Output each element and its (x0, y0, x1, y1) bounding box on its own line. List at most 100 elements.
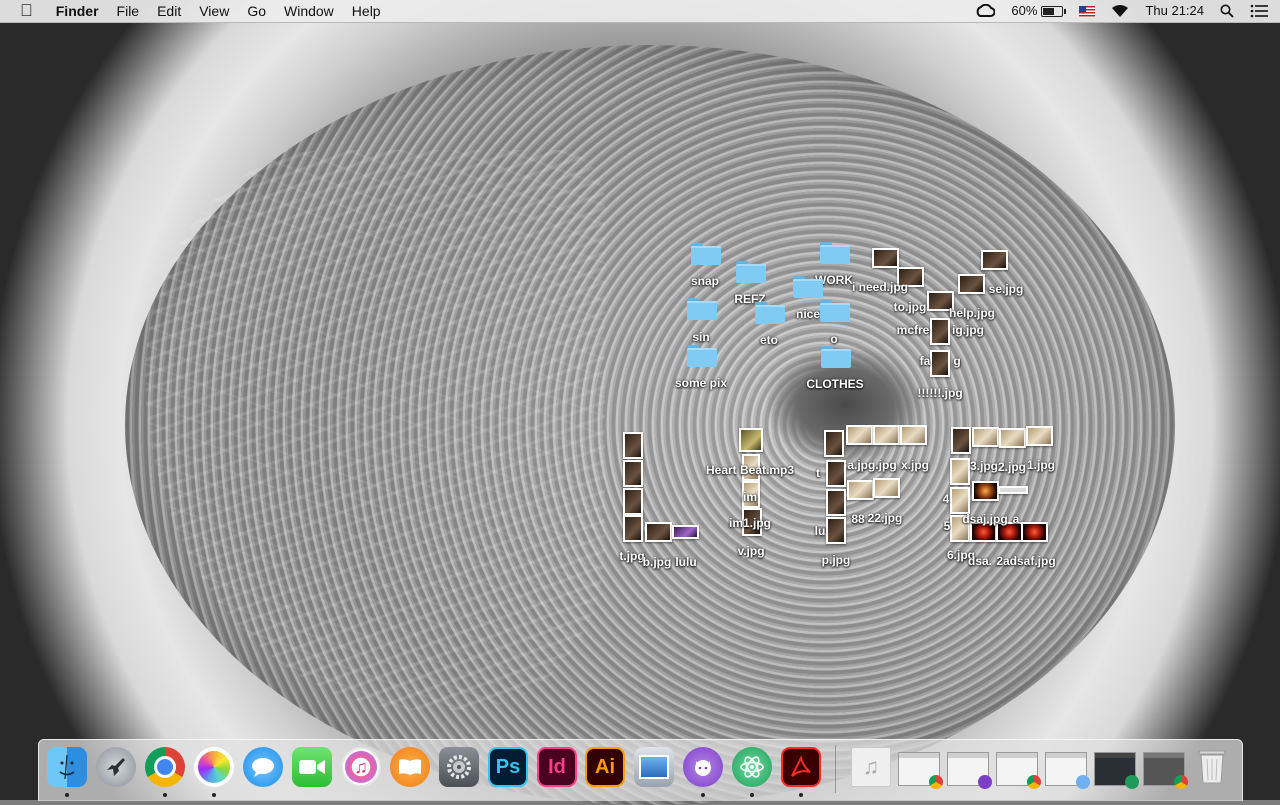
file-label[interactable]: dsaj.jpg (962, 512, 1007, 526)
folder-label-sin[interactable]: sin (692, 330, 709, 344)
file-label[interactable]: 2.jpg (998, 460, 1026, 474)
folder-icon-sin[interactable] (687, 298, 717, 320)
menu-window[interactable]: Window (275, 0, 343, 22)
file-label[interactable]: ig.jpg (952, 323, 984, 337)
file-label[interactable]: 2adsaf.jpg (996, 554, 1055, 568)
file-label[interactable]: 88 (851, 512, 864, 526)
wifi-icon[interactable] (1103, 4, 1137, 18)
file-label[interactable]: lulu (675, 555, 696, 569)
folder-icon-o[interactable] (820, 300, 850, 322)
file-label[interactable]: x.jpg (901, 458, 929, 472)
menu-edit[interactable]: Edit (148, 0, 190, 22)
file-label[interactable]: b.jpg (643, 555, 672, 569)
image-thumbnail[interactable] (873, 425, 900, 445)
ibooks-icon[interactable] (390, 747, 430, 787)
facetime-icon[interactable] (292, 747, 332, 787)
image-thumbnail[interactable] (872, 248, 899, 268)
image-thumbnail[interactable] (1021, 522, 1048, 542)
file-label[interactable]: to.jpg (894, 300, 927, 314)
image-thumbnail[interactable] (972, 481, 999, 501)
image-thumbnail[interactable] (972, 427, 999, 447)
folder-icon-eto[interactable] (755, 302, 785, 324)
photos-icon[interactable] (194, 747, 234, 787)
minimized-window[interactable] (1045, 752, 1090, 789)
image-thumbnail[interactable] (873, 478, 900, 498)
file-label[interactable]: p.jpg (822, 553, 851, 567)
folder-icon-refz[interactable] (736, 261, 766, 283)
image-thumbnail[interactable] (826, 517, 846, 544)
file-label[interactable]: Heart Beat.mp3 (706, 463, 794, 477)
rocket-icon[interactable] (96, 747, 136, 787)
menu-view[interactable]: View (190, 0, 238, 22)
image-thumbnail[interactable] (981, 250, 1008, 270)
image-thumbnail[interactable] (930, 318, 950, 345)
folder-label-o[interactable]: o (830, 332, 837, 346)
creative-cloud-icon[interactable] (967, 4, 1003, 18)
file-label[interactable]: 4 (943, 492, 950, 506)
clock[interactable]: Thu 21:24 (1137, 0, 1212, 22)
file-label[interactable]: g (953, 354, 960, 368)
file-label[interactable]: t (816, 466, 820, 480)
finder-icon[interactable] (47, 747, 87, 787)
minimized-window[interactable] (898, 752, 943, 789)
acrobat-icon[interactable] (781, 747, 821, 787)
image-thumbnail[interactable] (824, 430, 844, 457)
file-label[interactable]: 22.jpg (868, 511, 903, 525)
illustrator-icon[interactable]: Ai (585, 747, 625, 787)
image-thumbnail[interactable] (950, 458, 970, 485)
itunes-icon[interactable]: ♫ (341, 747, 381, 787)
image-thumbnail[interactable] (951, 427, 971, 454)
notification-center-icon[interactable] (1242, 4, 1280, 18)
folder-label-clothes[interactable]: CLOTHES (806, 377, 863, 391)
folder-icon-some-pix[interactable] (687, 345, 717, 367)
file-label[interactable]: im (743, 490, 757, 504)
gear-icon[interactable] (439, 747, 479, 787)
file-label[interactable]: help.jpg (949, 306, 995, 320)
folder-icon-work[interactable] (820, 242, 850, 264)
atom-icon[interactable] (732, 747, 772, 787)
minimized-window[interactable] (947, 752, 992, 789)
apple-logo-icon[interactable]:  (0, 0, 47, 22)
image-thumbnail[interactable] (950, 487, 970, 514)
menu-help[interactable]: Help (343, 0, 390, 22)
file-label[interactable]: 1.jpg (1027, 458, 1055, 472)
folder-label-snap[interactable]: snap (691, 274, 719, 288)
folder-icon-nice[interactable] (793, 276, 823, 298)
file-label[interactable]: dsa. (968, 554, 992, 568)
file-label[interactable]: i need.jpg (852, 280, 908, 294)
preview-icon[interactable] (634, 747, 674, 787)
indesign-icon[interactable]: Id (537, 747, 577, 787)
file-label[interactable]: a (1013, 512, 1020, 526)
menu-app-name[interactable]: Finder (47, 0, 108, 22)
minimized-window[interactable] (1143, 752, 1188, 789)
image-thumbnail[interactable] (998, 486, 1028, 494)
github-icon[interactable] (683, 747, 723, 787)
image-thumbnail[interactable] (847, 480, 874, 500)
folder-label-some-pix[interactable]: some pix (675, 376, 727, 390)
folder-icon-clothes[interactable] (821, 346, 851, 368)
folder-label-nice[interactable]: nice (796, 307, 820, 321)
file-label[interactable]: 5 (944, 519, 951, 533)
image-thumbnail[interactable] (999, 428, 1026, 448)
image-thumbnail[interactable] (623, 488, 643, 515)
file-label[interactable]: !!!!!!.jpg (917, 386, 962, 400)
image-thumbnail[interactable] (958, 274, 985, 294)
image-thumbnail[interactable] (1026, 426, 1053, 446)
folder-icon-snap[interactable] (691, 243, 721, 265)
image-thumbnail[interactable] (826, 460, 846, 487)
file-label[interactable]: mcfre (897, 323, 930, 337)
file-label[interactable]: se.jpg (989, 282, 1024, 296)
image-thumbnail[interactable] (623, 432, 643, 459)
input-source-flag-icon[interactable] (1071, 5, 1103, 17)
minimized-window[interactable] (1094, 752, 1139, 789)
image-thumbnail[interactable] (826, 489, 846, 516)
spotlight-search-icon[interactable] (1212, 4, 1242, 18)
image-thumbnail[interactable] (672, 525, 699, 539)
image-thumbnail[interactable] (846, 425, 873, 445)
image-thumbnail[interactable] (900, 425, 927, 445)
image-thumbnail[interactable] (623, 515, 643, 542)
image-thumbnail[interactable] (623, 460, 643, 487)
minimized-window[interactable] (996, 752, 1041, 789)
file-label[interactable]: v.jpg (737, 544, 764, 558)
file-label[interactable]: im1.jpg (729, 516, 771, 530)
